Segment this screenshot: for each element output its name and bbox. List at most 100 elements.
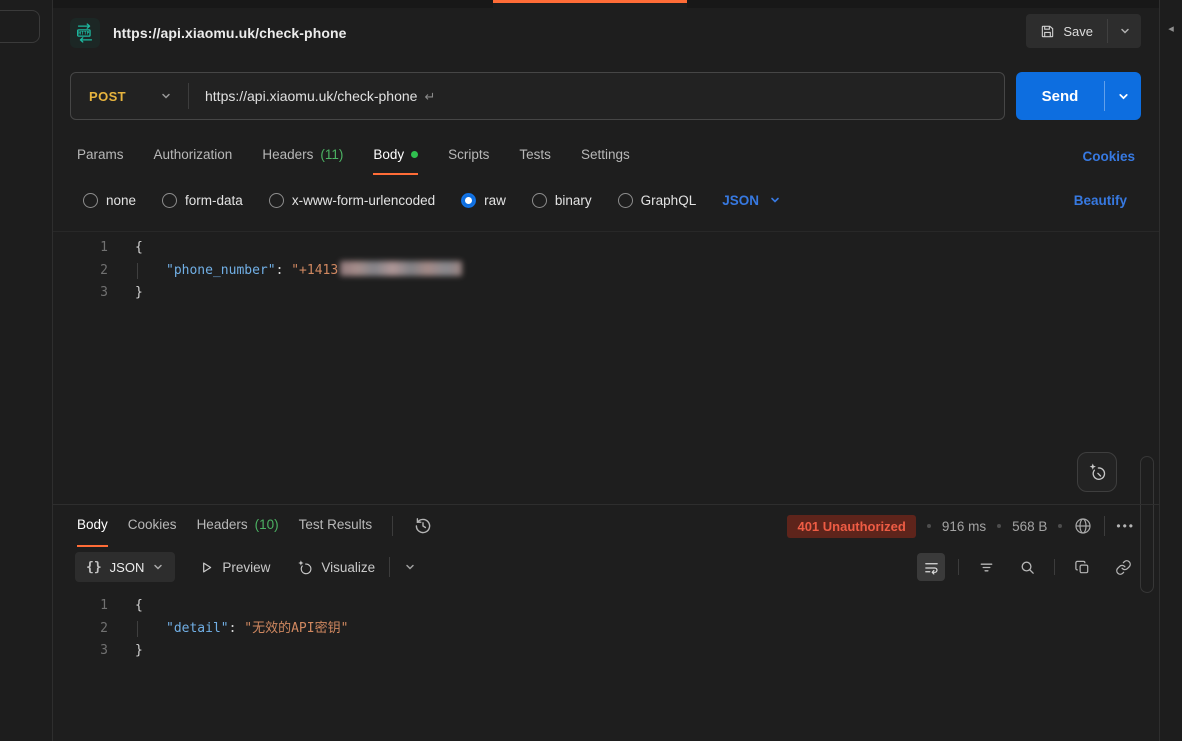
- response-size: 568 B: [1012, 519, 1047, 534]
- app-window: ◂ HTTP https://api.xiaomu.uk/check-phone: [0, 0, 1182, 741]
- wrap-text-button[interactable]: [917, 553, 945, 581]
- sparkle-circle-icon: [1087, 462, 1107, 482]
- method-selector[interactable]: POST: [71, 73, 188, 119]
- mode-graphql-radio[interactable]: GraphQL: [618, 193, 697, 208]
- headers-count: (11): [320, 147, 343, 162]
- collapse-panel-icon[interactable]: ◂: [1168, 24, 1174, 741]
- response-headers-count: (10): [255, 517, 279, 532]
- tab-scripts[interactable]: Scripts: [448, 137, 489, 175]
- response-tab-headers[interactable]: Headers(10): [197, 505, 279, 547]
- request-tabs: Params Authorization Headers(11) Body Sc…: [77, 137, 1135, 175]
- radio-icon: [269, 193, 284, 208]
- radio-icon: [162, 193, 177, 208]
- method-label: POST: [89, 89, 126, 104]
- json-value: "无效的API密钥": [244, 621, 348, 636]
- enter-hint-icon: ↵: [424, 89, 435, 104]
- json-value: "+1413: [291, 263, 338, 278]
- copy-icon: [1074, 559, 1091, 576]
- response-editor-icons: [917, 553, 1137, 581]
- sparkle-circle-icon: [296, 559, 313, 576]
- response-tab-body[interactable]: Body: [77, 505, 108, 547]
- response-status-cluster: 401 Unauthorized 916 ms 568 B •••: [787, 515, 1135, 538]
- divider: [389, 557, 390, 577]
- send-options-button[interactable]: [1105, 72, 1141, 120]
- send-button-group: Send: [1016, 72, 1141, 120]
- filter-icon: [978, 559, 995, 576]
- mode-form-data-radio[interactable]: form-data: [162, 193, 243, 208]
- url-input[interactable]: https://api.xiaomu.uk/check-phone↵: [205, 88, 435, 105]
- chevron-down-icon: [160, 90, 172, 102]
- response-tabs: Body Cookies Headers(10) Test Results 40…: [53, 505, 1159, 547]
- chevron-down-icon[interactable]: [404, 561, 416, 573]
- divider: [392, 516, 393, 536]
- request-title: https://api.xiaomu.uk/check-phone: [113, 25, 347, 41]
- mode-none-radio[interactable]: none: [83, 193, 136, 208]
- tab-settings[interactable]: Settings: [581, 137, 630, 175]
- code-line: 2 "detail": "无效的API密钥": [53, 618, 1159, 641]
- request-workspace: HTTP https://api.xiaomu.uk/check-phone S…: [53, 0, 1159, 741]
- response-format-dropdown[interactable]: {} JSON: [75, 552, 175, 582]
- radio-icon: [532, 193, 547, 208]
- response-panel: Body Cookies Headers(10) Test Results 40…: [53, 504, 1159, 741]
- divider: [188, 83, 189, 109]
- language-selector[interactable]: JSON: [722, 193, 781, 208]
- postbot-assistant-button[interactable]: [1077, 452, 1117, 492]
- divider: [1054, 559, 1055, 575]
- save-button-label: Save: [1063, 24, 1093, 39]
- save-options-button[interactable]: [1108, 14, 1141, 48]
- json-key: "phone_number": [166, 263, 276, 278]
- tab-authorization[interactable]: Authorization: [154, 137, 233, 175]
- url-bar-row: POST https://api.xiaomu.uk/check-phone↵ …: [70, 72, 1141, 120]
- tab-headers[interactable]: Headers(11): [262, 137, 343, 175]
- request-body-editor[interactable]: 1 { 2 "phone_number": "+1413 3 }: [53, 231, 1159, 504]
- svg-text:HTTP: HTTP: [78, 31, 89, 37]
- filter-button[interactable]: [972, 553, 1000, 581]
- dot-separator: [997, 524, 1001, 528]
- code-line: 1 {: [53, 237, 1159, 260]
- json-key: "detail": [166, 621, 229, 636]
- visualize-button[interactable]: Visualize: [296, 559, 375, 576]
- response-tab-test-results[interactable]: Test Results: [299, 505, 373, 547]
- dot-separator: [1058, 524, 1062, 528]
- send-button[interactable]: Send: [1016, 72, 1104, 120]
- right-sidebar-rail: ◂: [1159, 0, 1182, 741]
- radio-checked-icon: [461, 193, 476, 208]
- save-button[interactable]: Save: [1026, 14, 1107, 48]
- save-icon: [1040, 24, 1055, 39]
- response-body-editor[interactable]: 1 { 2 "detail": "无效的API密钥" 3 }: [53, 587, 1159, 663]
- status-badge: 401 Unauthorized: [787, 515, 915, 538]
- tab-body[interactable]: Body: [373, 137, 418, 175]
- link-icon: [1115, 559, 1132, 576]
- http-request-icon: HTTP: [70, 18, 100, 48]
- response-tab-cookies[interactable]: Cookies: [128, 505, 177, 547]
- tab-params[interactable]: Params: [77, 137, 124, 175]
- response-time: 916 ms: [942, 519, 986, 534]
- chevron-down-icon: [769, 194, 781, 206]
- mode-urlencoded-radio[interactable]: x-www-form-urlencoded: [269, 193, 435, 208]
- active-tab-top-indicator: [493, 0, 687, 8]
- mode-raw-radio[interactable]: raw: [461, 193, 506, 208]
- preview-button[interactable]: Preview: [199, 560, 270, 575]
- code-line: 3 }: [53, 282, 1159, 305]
- body-modified-dot: [411, 151, 418, 158]
- response-history-icon[interactable]: [413, 516, 433, 536]
- chevron-down-icon: [1119, 25, 1131, 37]
- play-icon: [199, 560, 214, 575]
- copy-button[interactable]: [1068, 553, 1096, 581]
- search-button[interactable]: [1013, 553, 1041, 581]
- cookies-link[interactable]: Cookies: [1082, 149, 1135, 164]
- chevron-down-icon: [1117, 90, 1130, 103]
- sidebar-collapsed-item[interactable]: [0, 10, 40, 43]
- tab-tests[interactable]: Tests: [519, 137, 551, 175]
- more-options-icon[interactable]: •••: [1116, 519, 1135, 533]
- network-globe-icon[interactable]: [1073, 516, 1093, 536]
- code-line: 1 {: [53, 595, 1159, 618]
- divider: [1104, 516, 1105, 536]
- dot-separator: [927, 524, 931, 528]
- request-header: HTTP https://api.xiaomu.uk/check-phone S…: [53, 8, 1159, 58]
- wrap-text-icon: [923, 559, 940, 576]
- mode-binary-radio[interactable]: binary: [532, 193, 592, 208]
- link-button[interactable]: [1109, 553, 1137, 581]
- radio-icon: [618, 193, 633, 208]
- beautify-link[interactable]: Beautify: [1074, 193, 1127, 208]
